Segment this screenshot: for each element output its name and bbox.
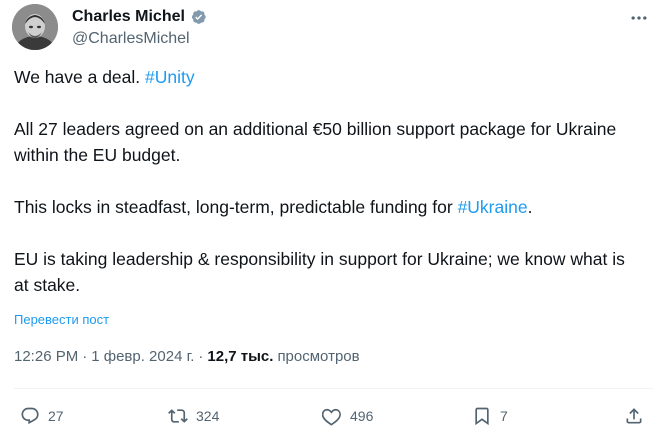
meta-separator: · xyxy=(82,348,88,365)
translate-post-link[interactable]: Перевести пост xyxy=(14,312,109,327)
views-label: просмотров xyxy=(277,348,360,365)
paragraph-3-text: This locks in steadfast, long-term, pred… xyxy=(14,197,458,217)
tweet-header: Charles Michel @CharlesMichel xyxy=(12,4,655,56)
bookmark-icon xyxy=(475,407,489,426)
author-names: Charles Michel @CharlesMichel xyxy=(72,6,207,48)
display-name-row: Charles Michel xyxy=(72,6,207,28)
tweet-meta: 12:26 PM · 1 февр. 2024 г. · 12,7 тыс. п… xyxy=(14,348,360,365)
display-name[interactable]: Charles Michel xyxy=(72,8,185,26)
action-bar: 27 324 496 7 xyxy=(14,400,653,432)
share-icon xyxy=(626,408,642,424)
avatar-portrait xyxy=(12,4,58,50)
meta-separator: · xyxy=(198,348,204,365)
tweet-paragraph-3: This locks in steadfast, long-term, pred… xyxy=(14,194,634,220)
heart-icon xyxy=(322,408,341,426)
tweet-text: We have a deal. #Unity All 27 leaders ag… xyxy=(14,64,634,324)
bookmark-button[interactable]: 7 xyxy=(472,400,508,432)
tweet-paragraph-1: We have a deal. #Unity xyxy=(14,64,634,90)
hashtag-ukraine-link[interactable]: #Ukraine xyxy=(458,197,528,217)
more-options-button[interactable] xyxy=(627,6,651,30)
paragraph-1-text: We have a deal. xyxy=(14,67,146,87)
more-horizontal-icon xyxy=(631,16,647,20)
author-handle[interactable]: @CharlesMichel xyxy=(72,30,207,48)
divider xyxy=(14,388,653,389)
reply-icon xyxy=(21,407,39,425)
bookmark-count: 7 xyxy=(500,408,508,424)
hashtag-unity-link[interactable]: #Unity xyxy=(145,67,195,87)
reply-button[interactable]: 27 xyxy=(20,400,64,432)
like-button[interactable]: 496 xyxy=(322,400,373,432)
like-count: 496 xyxy=(350,408,374,424)
post-time-link[interactable]: 12:26 PM xyxy=(14,348,78,365)
paragraph-3-end: . xyxy=(527,197,533,217)
share-button[interactable] xyxy=(624,400,644,432)
views-count[interactable]: 12,7 тыс. xyxy=(207,348,273,365)
verified-badge-icon[interactable] xyxy=(189,8,207,26)
post-date-link[interactable]: 1 февр. 2024 г. xyxy=(91,348,194,365)
reply-count: 27 xyxy=(48,408,64,424)
repost-count: 324 xyxy=(196,408,220,424)
repost-button[interactable]: 324 xyxy=(168,400,219,432)
tweet-paragraph-2: All 27 leaders agreed on an additional €… xyxy=(14,119,617,165)
tweet-paragraph-4: EU is taking leadership & responsibility… xyxy=(14,249,625,295)
tweet-card: Charles Michel @CharlesMichel We have a … xyxy=(0,0,667,441)
repost-icon xyxy=(168,409,188,423)
user-avatar[interactable] xyxy=(12,4,58,50)
